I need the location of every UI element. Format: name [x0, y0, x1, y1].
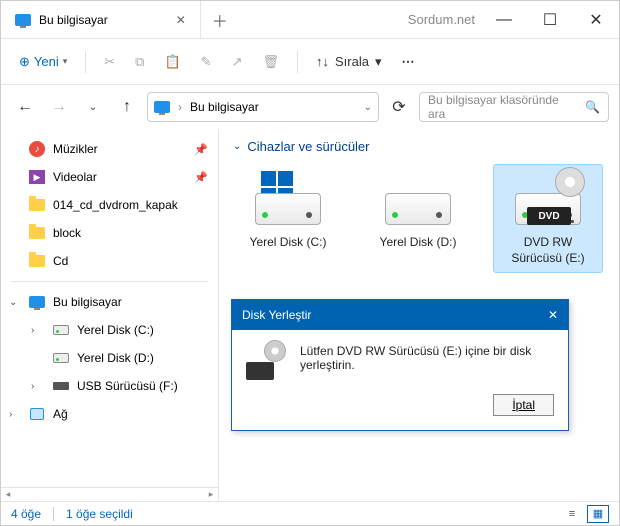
maximize-button[interactable]: ☐ — [527, 1, 573, 39]
drive-dvd-rw[interactable]: DVD DVD RW Sürücüsü (E:) — [493, 164, 603, 273]
insert-disc-dialog: Disk Yerleştir ✕ Lütfen DVD RW Sürücüsü … — [231, 299, 569, 431]
this-pc-icon — [154, 99, 170, 115]
trash-icon: 🗑 — [262, 54, 279, 70]
disk-icon — [53, 350, 69, 366]
chevron-down-icon: ▾ — [375, 54, 382, 70]
new-tab-button[interactable]: ＋ — [201, 8, 239, 32]
group-header-devices[interactable]: ⌄ Cihazlar ve sürücüler — [233, 139, 605, 154]
pin-icon: 📌 — [194, 171, 208, 184]
this-pc-icon — [15, 12, 31, 28]
pin-icon: 📌 — [194, 143, 208, 156]
details-view-button[interactable]: ≡ — [561, 505, 583, 523]
disk-icon — [383, 171, 453, 229]
cancel-button[interactable]: İptal — [493, 394, 554, 416]
dialog-title: Disk Yerleştir — [242, 308, 311, 322]
sidebar-item-music[interactable]: ♪ Müzikler 📌 — [1, 135, 218, 163]
share-icon: ↗ — [232, 54, 243, 70]
sidebar-item-local-disk-c[interactable]: › Yerel Disk (C:) — [1, 316, 218, 344]
sidebar-scrollbar[interactable]: ◂▸ — [1, 487, 218, 501]
delete-button[interactable]: 🗑 — [254, 46, 287, 78]
this-pc-icon — [29, 294, 45, 310]
cut-button[interactable]: ✂ — [96, 46, 123, 78]
sidebar-item-folder[interactable]: Cd — [1, 247, 218, 275]
copy-icon: ⧉ — [135, 54, 144, 70]
folder-icon — [29, 197, 45, 213]
expand-icon[interactable]: › — [31, 381, 34, 392]
watermark-text: Sordum.net — [408, 12, 481, 27]
breadcrumb-separator-icon: › — [178, 100, 182, 114]
forward-button[interactable]: → — [45, 93, 73, 121]
sidebar-item-videos[interactable]: ▶ Videolar 📌 — [1, 163, 218, 191]
tiles-view-button[interactable]: ▦ — [587, 505, 609, 523]
chevron-down-icon: ▾ — [63, 56, 68, 67]
drive-local-d[interactable]: Yerel Disk (D:) — [363, 164, 473, 273]
recent-locations-button[interactable]: ⌄ — [79, 93, 107, 121]
new-button[interactable]: ⊕ Yeni ▾ — [11, 46, 75, 78]
tab-close-icon[interactable]: ✕ — [176, 13, 186, 27]
sort-button[interactable]: ↑↓ Sırala ▾ — [308, 54, 390, 70]
dialog-close-button[interactable]: ✕ — [548, 308, 558, 322]
dvd-drive-icon: DVD — [513, 171, 583, 229]
status-selection-count: 1 öğe seçildi — [66, 507, 133, 521]
sort-icon: ↑↓ — [316, 54, 329, 69]
sidebar-item-usb-drive[interactable]: › USB Sürücüsü (F:) — [1, 372, 218, 400]
status-item-count: 4 öğe — [11, 507, 41, 521]
plus-circle-icon: ⊕ — [19, 54, 30, 70]
dialog-message: Lütfen DVD RW Sürücüsü (E:) içine bir di… — [300, 344, 554, 380]
expand-icon[interactable]: › — [31, 325, 34, 336]
expand-icon[interactable]: › — [9, 409, 12, 420]
sidebar-item-folder[interactable]: 014_cd_dvdrom_kapak — [1, 191, 218, 219]
disk-icon — [253, 171, 323, 229]
cut-icon: ✂ — [104, 54, 115, 70]
chevron-down-icon[interactable]: ⌄ — [364, 102, 372, 113]
network-icon — [29, 406, 45, 422]
dvd-insert-icon — [246, 344, 286, 380]
sidebar-item-local-disk-d[interactable]: Yerel Disk (D:) — [1, 344, 218, 372]
share-button[interactable]: ↗ — [224, 46, 251, 78]
search-icon: 🔍 — [585, 100, 600, 114]
tab-title: Bu bilgisayar — [39, 13, 108, 27]
chevron-down-icon: ⌄ — [233, 141, 241, 152]
copy-button[interactable]: ⧉ — [127, 46, 152, 78]
sidebar-item-this-pc[interactable]: ⌄ Bu bilgisayar — [1, 288, 218, 316]
disk-icon — [53, 322, 69, 338]
paste-button[interactable]: 📋 — [156, 46, 188, 78]
usb-icon — [53, 378, 69, 394]
navigation-pane: ♪ Müzikler 📌 ▶ Videolar 📌 014_cd_dvdrom_… — [1, 129, 219, 501]
sidebar-item-folder[interactable]: block — [1, 219, 218, 247]
rename-icon: ✎ — [201, 54, 212, 70]
search-box[interactable]: Bu bilgisayar klasöründe ara 🔍 — [419, 92, 609, 122]
close-button[interactable]: ✕ — [573, 1, 619, 39]
back-button[interactable]: ← — [11, 93, 39, 121]
drive-local-c[interactable]: Yerel Disk (C:) — [233, 164, 343, 273]
folder-icon — [29, 253, 45, 269]
window-tab[interactable]: Bu bilgisayar ✕ — [1, 1, 201, 38]
sidebar-item-network[interactable]: › Ağ — [1, 400, 218, 428]
paste-icon: 📋 — [164, 54, 180, 70]
up-button[interactable]: ↑ — [113, 93, 141, 121]
collapse-icon[interactable]: ⌄ — [9, 297, 17, 308]
search-placeholder: Bu bilgisayar klasöründe ara — [428, 93, 579, 121]
more-button[interactable]: ⋯ — [393, 46, 422, 78]
minimize-button[interactable]: — — [481, 1, 527, 39]
refresh-button[interactable]: ⟳ — [385, 93, 413, 121]
rename-button[interactable]: ✎ — [193, 46, 220, 78]
video-icon: ▶ — [29, 170, 45, 184]
address-bar[interactable]: › Bu bilgisayar ⌄ — [147, 92, 379, 122]
folder-icon — [29, 225, 45, 241]
music-icon: ♪ — [29, 141, 45, 157]
breadcrumb-location[interactable]: Bu bilgisayar — [190, 100, 259, 114]
